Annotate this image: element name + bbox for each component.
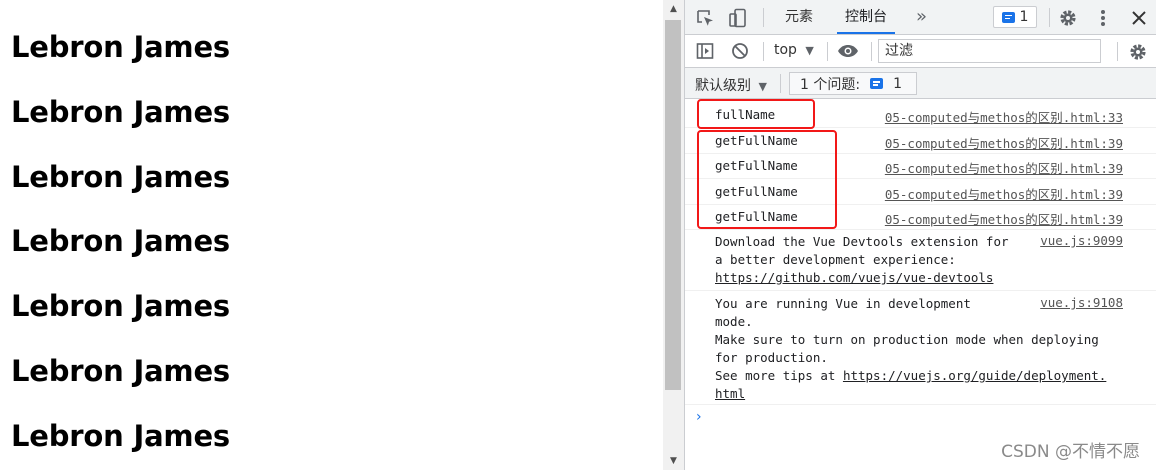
log-line: Download the Vue Devtools extension for <box>715 234 1009 249</box>
log-source-link[interactable]: vue.js:9108 <box>1040 295 1123 310</box>
separator <box>1117 42 1118 61</box>
highlight-box <box>697 130 837 229</box>
log-source-link[interactable]: 05-computed与methos的区别.html:39 <box>885 133 1123 152</box>
log-line: See more tips at <box>715 368 843 383</box>
log-line: You are running Vue in development <box>715 296 971 311</box>
headline: Lebron James <box>11 289 230 323</box>
message-icon <box>1001 11 1015 23</box>
console-prompt-icon[interactable]: › <box>696 409 702 425</box>
separator <box>871 42 872 61</box>
log-source-link[interactable]: 05-computed与methos的区别.html:39 <box>885 158 1123 177</box>
context-label: top <box>774 42 797 58</box>
log-line: Make sure to turn on production mode whe… <box>715 332 1099 347</box>
separator <box>763 8 764 27</box>
log-source-link[interactable]: 05-computed与methos的区别.html:39 <box>885 209 1123 228</box>
inspect-element-icon[interactable] <box>695 8 715 28</box>
page-content: Lebron James Lebron James Lebron James L… <box>0 0 663 470</box>
sidebar-toggle-icon[interactable] <box>695 41 715 61</box>
console-settings-gear-icon[interactable] <box>1127 41 1149 63</box>
log-message: Download the Vue Devtools extension for … <box>715 233 1009 287</box>
scroll-up-icon[interactable]: ▲ <box>663 0 684 18</box>
headline: Lebron James <box>11 354 230 388</box>
settings-gear-icon[interactable] <box>1057 7 1079 29</box>
log-source-link[interactable]: vue.js:9099 <box>1040 233 1123 248</box>
tab-console[interactable]: 控制台 <box>837 0 895 34</box>
tab-elements[interactable]: 元素 <box>785 0 813 34</box>
issues-count: 1 <box>893 75 902 92</box>
clear-console-icon[interactable] <box>730 41 750 61</box>
page-scrollbar[interactable]: ▲ ▼ <box>663 0 684 470</box>
headline: Lebron James <box>11 95 230 129</box>
log-message: You are running Vue in development mode.… <box>715 295 1106 403</box>
issues-button[interactable]: 1 个问题: 1 <box>789 72 917 95</box>
highlight-box <box>697 99 815 129</box>
issues-count: 1 <box>1019 9 1029 25</box>
headline: Lebron James <box>11 419 230 453</box>
separator <box>763 42 764 61</box>
separator <box>1049 8 1050 27</box>
more-tabs-icon[interactable]: » <box>916 0 927 34</box>
log-line: for production. <box>715 350 828 365</box>
context-select[interactable]: top ▼ <box>774 42 814 58</box>
log-source-link[interactable]: 05-computed与methos的区别.html:39 <box>885 184 1123 203</box>
close-icon[interactable] <box>1129 8 1149 28</box>
console-toolbar: top ▼ <box>685 35 1156 68</box>
console-levelbar: 默认级别 ▼ 1 个问题: 1 <box>685 68 1156 99</box>
issues-badge[interactable]: 1 <box>993 6 1037 28</box>
separator <box>780 74 781 93</box>
log-line: mode. <box>715 314 753 329</box>
scroll-down-icon[interactable]: ▼ <box>663 452 684 470</box>
separator <box>827 42 828 61</box>
deployment-link[interactable]: https://vuejs.org/guide/deployment. <box>843 368 1106 383</box>
headline: Lebron James <box>11 160 230 194</box>
eye-icon[interactable] <box>837 41 859 61</box>
device-toolbar-icon[interactable] <box>727 7 749 29</box>
headline: Lebron James <box>11 224 230 258</box>
watermark: CSDN @不情不愿 <box>1001 442 1140 462</box>
devtools-link[interactable]: https://github.com/vuejs/vue-devtools <box>715 270 993 285</box>
issues-label: 1 个问题: <box>800 76 861 93</box>
message-icon <box>870 78 884 89</box>
log-level-select[interactable]: 默认级别 ▼ <box>695 75 767 95</box>
chevron-down-icon: ▼ <box>758 80 767 93</box>
console-info-row: You are running Vue in development mode.… <box>685 291 1156 405</box>
devtools-panel: 元素 控制台 » 1 top ▼ 过滤 默认级别 ▼ 1 个问题: 1 full… <box>684 0 1156 470</box>
deployment-link[interactable]: html <box>715 386 745 401</box>
scrollbar-thumb[interactable] <box>665 20 681 390</box>
console-info-row: Download the Vue Devtools extension for … <box>685 230 1156 291</box>
more-options-icon[interactable] <box>1093 7 1113 29</box>
devtools-tabbar: 元素 控制台 » 1 <box>685 0 1156 35</box>
log-line: a better development experience: <box>715 252 956 267</box>
headline: Lebron James <box>11 30 230 64</box>
log-source-link[interactable]: 05-computed与methos的区别.html:33 <box>885 107 1123 126</box>
filter-input[interactable] <box>878 39 1101 63</box>
log-level-label: 默认级别 <box>695 78 751 94</box>
chevron-down-icon: ▼ <box>805 44 814 57</box>
